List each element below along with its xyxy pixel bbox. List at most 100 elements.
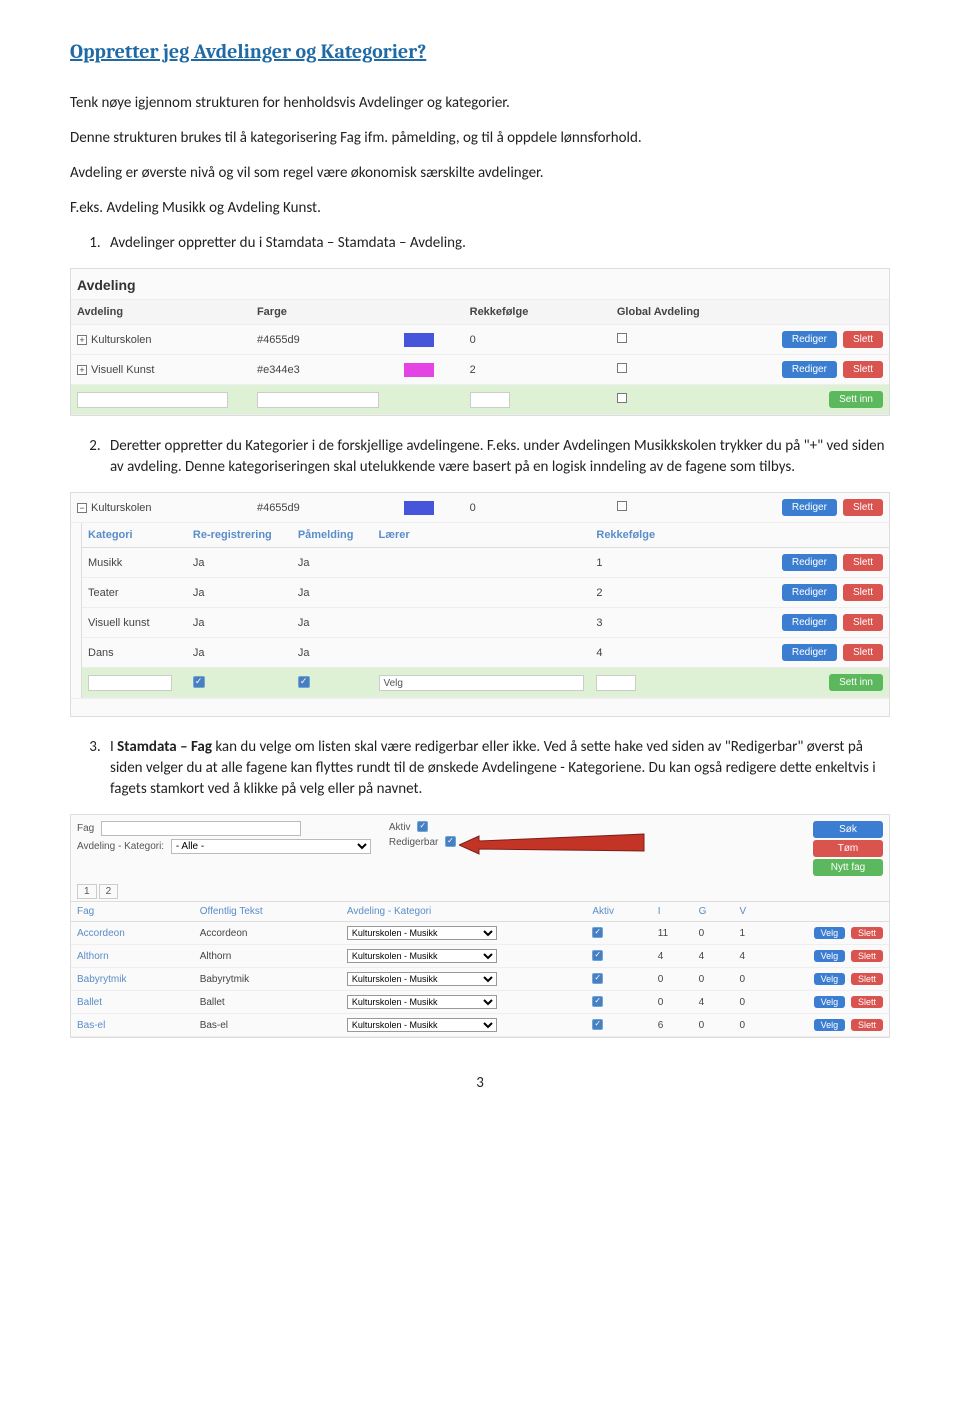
global-checkbox[interactable]: [617, 501, 627, 511]
fag-link[interactable]: Althorn: [71, 945, 194, 968]
val-g: 0: [693, 922, 734, 945]
page-2[interactable]: 2: [99, 884, 119, 899]
global-checkbox[interactable]: [617, 363, 627, 373]
avdkat-select[interactable]: Kulturskolen - Musikk: [347, 972, 497, 986]
fag-link[interactable]: Bas-el: [71, 1014, 194, 1037]
velg-button[interactable]: Velg: [814, 996, 846, 1008]
table-row: Bas-el Bas-el Kulturskolen - Musikk 6 0 …: [71, 1014, 889, 1037]
collapse-icon[interactable]: −: [77, 503, 87, 513]
off-text: Ballet: [194, 991, 341, 1014]
new-order-input[interactable]: [470, 392, 510, 408]
aktiv-checkbox[interactable]: [592, 996, 603, 1007]
avdkat-select[interactable]: Kulturskolen - Musikk: [347, 1018, 497, 1032]
slett-button[interactable]: Slett: [843, 554, 883, 571]
table-row: +Visuell Kunst #e344e3 2 Rediger Slett: [71, 355, 889, 385]
slett-button[interactable]: Slett: [843, 644, 883, 661]
paragraph-3: Avdeling er øverste nivå og vil som rege…: [70, 163, 890, 184]
rediger-button[interactable]: Rediger: [782, 331, 837, 348]
col-aktiv[interactable]: Aktiv: [586, 902, 651, 922]
redigerbar-checkbox[interactable]: [445, 836, 456, 847]
col-actions: [711, 523, 889, 548]
velg-button[interactable]: Velg: [814, 1019, 846, 1031]
page-1[interactable]: 1: [77, 884, 97, 899]
aktiv-checkbox[interactable]: [592, 950, 603, 961]
col-g[interactable]: G: [693, 902, 734, 922]
screenshot-kategori: −Kulturskolen #4655d9 0 Rediger Slett Ka…: [70, 492, 890, 717]
aktiv-checkbox[interactable]: [417, 821, 428, 832]
fag-link[interactable]: Accordeon: [71, 922, 194, 945]
rediger-button[interactable]: Rediger: [782, 361, 837, 378]
slett-button[interactable]: Slett: [851, 950, 883, 962]
aktiv-checkbox[interactable]: [592, 927, 603, 938]
col-fag[interactable]: Fag: [71, 902, 194, 922]
slett-button[interactable]: Slett: [851, 996, 883, 1008]
val-v: 1: [734, 922, 775, 945]
slett-button[interactable]: Slett: [843, 614, 883, 631]
avdkat-select[interactable]: Kulturskolen - Musikk: [347, 949, 497, 963]
avdkat-select[interactable]: Kulturskolen - Musikk: [347, 995, 497, 1009]
off-text: Bas-el: [194, 1014, 341, 1037]
table-row: Teater Ja Ja 2 Rediger Slett: [82, 578, 889, 608]
fag-link[interactable]: Ballet: [71, 991, 194, 1014]
velg-button[interactable]: Velg: [814, 973, 846, 985]
val-g: 0: [693, 968, 734, 991]
rediger-button[interactable]: Rediger: [782, 644, 837, 661]
laerer-select[interactable]: Velg: [379, 675, 585, 691]
aktiv-label: Aktiv: [389, 822, 411, 833]
rediger-button[interactable]: Rediger: [782, 614, 837, 631]
rediger-button[interactable]: Rediger: [782, 499, 837, 516]
fag-link[interactable]: Babyrytmik: [71, 968, 194, 991]
expand-icon[interactable]: +: [77, 335, 87, 345]
new-reregist-checkbox[interactable]: [193, 676, 205, 688]
aktiv-checkbox[interactable]: [592, 1019, 603, 1030]
sok-button[interactable]: Søk: [813, 821, 883, 838]
new-global-checkbox[interactable]: [617, 393, 627, 403]
col-avdkat[interactable]: Avdeling - Kategori: [341, 902, 586, 922]
cat-order: 4: [590, 638, 711, 668]
off-text: Althorn: [194, 945, 341, 968]
cat-name: Teater: [82, 578, 187, 608]
velg-button[interactable]: Velg: [814, 927, 846, 939]
table-row: Dans Ja Ja 4 Rediger Slett: [82, 638, 889, 668]
sett-inn-button[interactable]: Sett inn: [829, 391, 883, 408]
new-avdeling-input[interactable]: [77, 392, 228, 408]
velg-button[interactable]: Velg: [814, 950, 846, 962]
color-swatch: [404, 363, 434, 377]
val-v: 4: [734, 945, 775, 968]
slett-button[interactable]: Slett: [843, 361, 883, 378]
new-kategori-input[interactable]: [88, 675, 172, 691]
slett-button[interactable]: Slett: [843, 331, 883, 348]
fag-label: Fag: [77, 823, 94, 834]
row-name: Kulturskolen: [91, 502, 152, 514]
aktiv-checkbox[interactable]: [592, 973, 603, 984]
page-number: 3: [70, 1074, 890, 1092]
col-farge: Farge: [251, 300, 398, 325]
color-swatch: [404, 501, 434, 515]
avdeling-select[interactable]: - Alle -: [171, 839, 371, 854]
new-pamelding-checkbox[interactable]: [298, 676, 310, 688]
col-pamelding: Påmelding: [292, 523, 373, 548]
sett-inn-button[interactable]: Sett inn: [829, 674, 883, 691]
slett-button[interactable]: Slett: [851, 973, 883, 985]
avdeling-expanded-row: −Kulturskolen #4655d9 0 Rediger Slett: [71, 493, 889, 523]
col-offentlig[interactable]: Offentlig Tekst: [194, 902, 341, 922]
rediger-button[interactable]: Rediger: [782, 584, 837, 601]
slett-button[interactable]: Slett: [843, 584, 883, 601]
val-v: 0: [734, 991, 775, 1014]
nytt-fag-button[interactable]: Nytt fag: [813, 859, 883, 876]
tom-button[interactable]: Tøm: [813, 840, 883, 857]
col-i[interactable]: I: [652, 902, 693, 922]
new-order-input[interactable]: [596, 675, 636, 691]
fag-input[interactable]: [101, 821, 301, 836]
avdkat-select[interactable]: Kulturskolen - Musikk: [347, 926, 497, 940]
slett-button[interactable]: Slett: [851, 1019, 883, 1031]
slett-button[interactable]: Slett: [851, 927, 883, 939]
row-name: Kulturskolen: [91, 334, 152, 346]
expand-icon[interactable]: +: [77, 365, 87, 375]
rediger-button[interactable]: Rediger: [782, 554, 837, 571]
global-checkbox[interactable]: [617, 333, 627, 343]
new-farge-input[interactable]: [257, 392, 379, 408]
avdeling-heading: Avdeling: [71, 269, 889, 299]
col-v[interactable]: V: [734, 902, 775, 922]
slett-button[interactable]: Slett: [843, 499, 883, 516]
